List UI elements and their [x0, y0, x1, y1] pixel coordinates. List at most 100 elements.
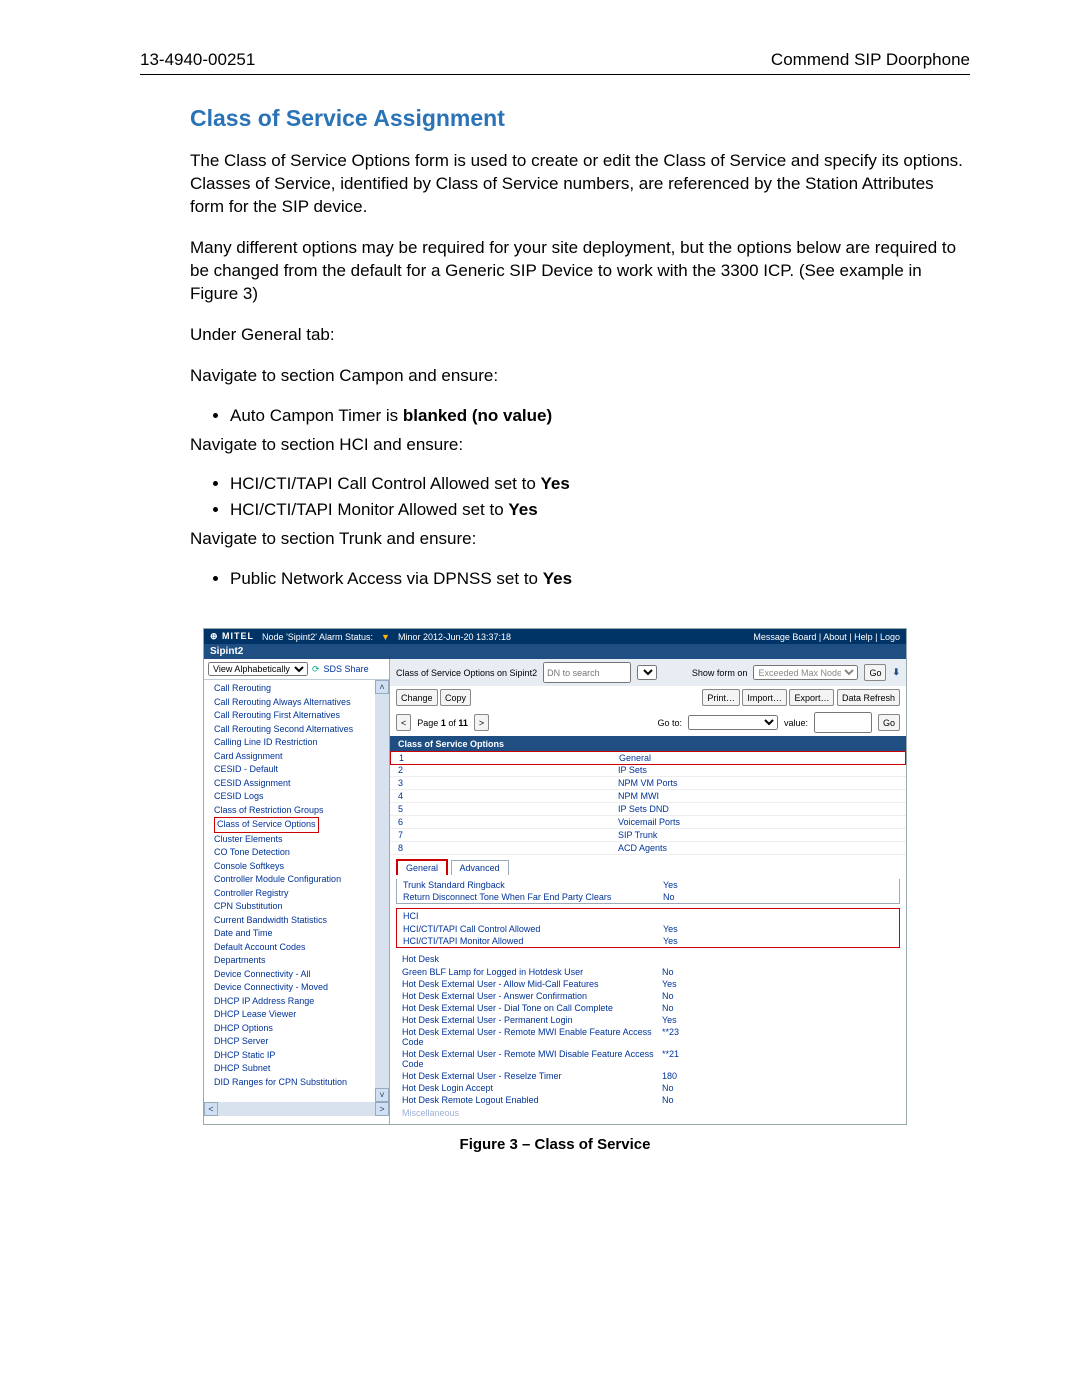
sidebar-item[interactable]: Call Rerouting Second Alternatives	[214, 723, 371, 737]
paragraph: Under General tab:	[190, 324, 970, 347]
sidebar-item[interactable]: Controller Registry	[214, 887, 371, 901]
node-label: Node 'Sipint2' Alarm Status:	[262, 632, 373, 642]
sidebar-item[interactable]: DHCP Static IP	[214, 1049, 371, 1063]
scroll-right-icon[interactable]: >	[375, 1102, 389, 1116]
detail-row: Hot Desk External User - Allow Mid-Call …	[396, 978, 900, 990]
change-button[interactable]: Change	[396, 689, 438, 706]
sidebar-item[interactable]: Departments	[214, 954, 371, 968]
sidebar-item[interactable]: DHCP IP Address Range	[214, 995, 371, 1009]
sidebar-item[interactable]: Device Connectivity - All	[214, 968, 371, 982]
export-button[interactable]: Export…	[789, 689, 834, 706]
sidebar-item[interactable]: Console Softkeys	[214, 860, 371, 874]
sidebar-item[interactable]: Current Bandwidth Statistics	[214, 914, 371, 928]
goto-select[interactable]	[688, 715, 778, 730]
sidebar-item[interactable]: Date and Time	[214, 927, 371, 941]
paragraph: Many different options may be required f…	[190, 237, 970, 306]
search-input[interactable]	[543, 662, 631, 683]
sidebar-item[interactable]: Device Connectivity - Moved	[214, 981, 371, 995]
page-next-button[interactable]: >	[474, 714, 489, 731]
sidebar-item[interactable]: Card Assignment	[214, 750, 371, 764]
detail-row: Green BLF Lamp for Logged in Hotdesk Use…	[396, 966, 900, 978]
page-prev-button[interactable]: <	[396, 714, 411, 731]
text: Public Network Access via DPNSS set to	[230, 569, 543, 588]
sidebar-item[interactable]: Calling Line ID Restriction	[214, 736, 371, 750]
table-row[interactable]: 8ACD Agents	[390, 842, 906, 855]
nav-horizontal-scrollbar[interactable]: < >	[204, 1102, 389, 1116]
sidebar-item[interactable]: DHCP Server	[214, 1035, 371, 1049]
sidebar-item[interactable]: DHCP Lease Viewer	[214, 1008, 371, 1022]
figure-caption: Figure 3 – Class of Service	[140, 1136, 970, 1153]
sidebar-item[interactable]: DHCP Subnet	[214, 1062, 371, 1076]
table-row[interactable]: 2IP Sets	[390, 764, 906, 777]
detail-row: Trunk Standard RingbackYes	[397, 879, 899, 891]
hotdesk-section-title: Hot Desk	[396, 952, 900, 966]
table-row[interactable]: 7SIP Trunk	[390, 829, 906, 842]
detail-row: Hot Desk External User - Permanent Login…	[396, 1014, 900, 1026]
print-button[interactable]: Print…	[702, 689, 740, 706]
table-row[interactable]: 6Voicemail Ports	[390, 816, 906, 829]
copy-button[interactable]: Copy	[440, 689, 471, 706]
alarm-icon: ▼	[381, 632, 390, 642]
scroll-up-icon[interactable]: ˄	[375, 680, 389, 694]
tab-general[interactable]: General	[396, 859, 448, 875]
show-form-label: Show form on	[692, 668, 748, 678]
sidebar-item[interactable]: CO Tone Detection	[214, 846, 371, 860]
detail-row: Hot Desk External User - Remote MWI Enab…	[396, 1026, 900, 1048]
brand-logo: ⊕ MITEL	[210, 631, 254, 642]
detail-row: Hot Desk Remote Logout EnabledNo	[396, 1094, 900, 1106]
scroll-left-icon[interactable]: <	[204, 1102, 218, 1116]
section-title: Class of Service Assignment	[190, 105, 970, 132]
nav-vertical-scrollbar[interactable]: ˄ ˅	[375, 680, 389, 1102]
goto-label: Go to:	[657, 718, 682, 728]
go-button[interactable]: Go	[864, 664, 886, 681]
detail-row: HCI/CTI/TAPI Monitor AllowedYes	[397, 935, 899, 947]
detail-row: Hot Desk Login AcceptNo	[396, 1082, 900, 1094]
text: Auto Campon Timer is	[230, 406, 403, 425]
sidebar-item[interactable]: DHCP Options	[214, 1022, 371, 1036]
data-refresh-button[interactable]: Data Refresh	[837, 689, 900, 706]
tab-advanced[interactable]: Advanced	[451, 860, 509, 875]
table-row[interactable]: 1General	[390, 751, 906, 765]
node-breadcrumb: Sipint2	[204, 644, 906, 659]
goto-value-input[interactable]	[814, 712, 872, 733]
page-id: 13-4940-00251	[140, 50, 255, 70]
embedded-screenshot: ⊕ MITEL Node 'Sipint2' Alarm Status: ▼ M…	[204, 629, 906, 1124]
top-links[interactable]: Message Board | About | Help | Logo	[753, 632, 900, 642]
detail-row: Hot Desk External User - Dial Tone on Ca…	[396, 1002, 900, 1014]
sidebar-item[interactable]: Default Account Codes	[214, 941, 371, 955]
search-dropdown[interactable]	[637, 665, 657, 680]
pager-label: Page 1 of 11	[417, 718, 468, 728]
sidebar-item[interactable]: Class of Restriction Groups	[214, 804, 371, 818]
sidebar-item[interactable]: Cluster Elements	[214, 833, 371, 847]
alarm-status: Minor 2012-Jun-20 13:37:18	[398, 632, 511, 642]
table-row[interactable]: 4NPM MWI	[390, 790, 906, 803]
sidebar-item[interactable]: CESID Assignment	[214, 777, 371, 791]
paragraph: Navigate to section HCI and ensure:	[190, 434, 970, 457]
table-row[interactable]: 3NPM VM Ports	[390, 777, 906, 790]
sidebar-item[interactable]: CPN Substitution	[214, 900, 371, 914]
sidebar-item[interactable]: Call Rerouting	[214, 682, 371, 696]
paragraph: Navigate to section Trunk and ensure:	[190, 528, 970, 551]
detail-row: Hot Desk External User - Reselze Timer18…	[396, 1070, 900, 1082]
list-item: Auto Campon Timer is blanked (no value)	[230, 406, 970, 426]
misc-section-title: Miscellaneous	[396, 1106, 900, 1120]
download-icon[interactable]: ⬇	[892, 667, 900, 678]
table-row[interactable]: 5IP Sets DND	[390, 803, 906, 816]
sidebar-item[interactable]: CESID Logs	[214, 790, 371, 804]
scroll-down-icon[interactable]: ˅	[375, 1088, 389, 1102]
sds-icon: ⟳	[312, 664, 320, 675]
paragraph: Navigate to section Campon and ensure:	[190, 365, 970, 388]
sidebar-item[interactable]: Call Rerouting First Alternatives	[214, 709, 371, 723]
table-band: Class of Service Options	[390, 736, 906, 752]
view-select[interactable]: View Alphabetically	[208, 662, 308, 676]
list-item: HCI/CTI/TAPI Call Control Allowed set to…	[230, 474, 970, 494]
goto-go-button[interactable]: Go	[878, 714, 900, 731]
sidebar-item[interactable]: Call Rerouting Always Alternatives	[214, 696, 371, 710]
sidebar-item[interactable]: Class of Service Options	[214, 817, 371, 833]
sidebar-item[interactable]: Controller Module Configuration	[214, 873, 371, 887]
detail-row: Hot Desk External User - Remote MWI Disa…	[396, 1048, 900, 1070]
sidebar-item[interactable]: CESID - Default	[214, 763, 371, 777]
show-form-select[interactable]: Exceeded Max Nodes	[753, 665, 858, 680]
import-button[interactable]: Import…	[742, 689, 787, 706]
sidebar-item[interactable]: DID Ranges for CPN Substitution	[214, 1076, 371, 1090]
